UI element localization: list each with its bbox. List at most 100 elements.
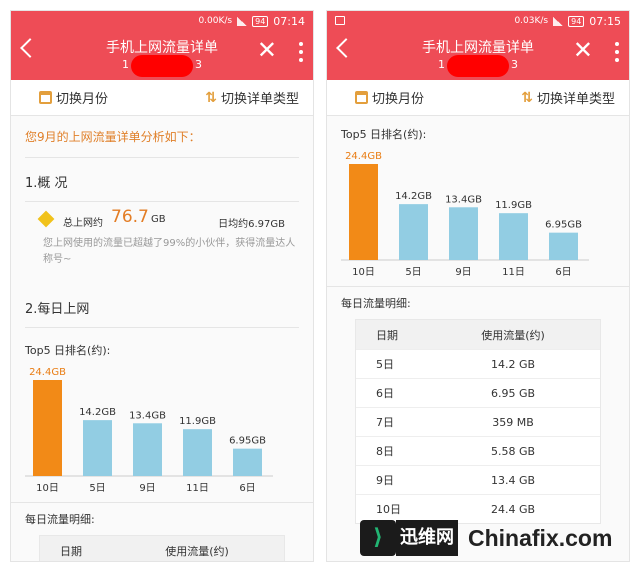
col-header-usage: 使用流量(约) [481,328,545,342]
bar-value-label: 24.4GB [29,367,66,378]
signal-icon [237,16,248,26]
app-header: 0.03K/s 94 07:15 手机上网流量详单 13 ✕ [327,11,629,80]
bar-10日 [33,380,62,476]
daily-average: 日均约6.97GB [218,219,285,230]
watermark-en-text: Chinafix.com [468,524,613,551]
swap-icon: ⇅ [521,89,533,106]
cell-date: 7日 [376,416,394,429]
overview-description: 您上网使用的流量已超越了99%的小伙伴，获得流量达人称号~ [43,238,296,265]
analysis-intro: 您9月的上网流量详单分析如下： [25,116,299,158]
total-value: 76.7 [111,207,149,227]
col-header-date: 日期 [60,544,82,558]
bar-value-label: 14.2GB [79,407,116,418]
bar-category-label: 6日 [555,267,571,278]
bar-value-label: 6.95GB [545,220,582,231]
cell-usage: 13.4 GB [490,473,536,487]
network-speed: 0.00K/s [198,16,233,26]
switch-month-button[interactable]: 切换月份 [355,88,424,107]
table-row: 6日 6.95 GB [356,378,600,407]
redaction-mark [447,55,509,77]
bar-category-label: 11日 [186,483,209,494]
bar-6日 [549,232,578,260]
cell-usage: 6.95 GB [490,386,536,400]
toolbar: 切换月份 ⇅ 切换详单类型 [11,80,313,116]
phone-number-end: 3 [195,58,202,71]
app-header: 0.00K/s 94 07:14 手机上网流量详单 13 ✕ [11,11,313,80]
col-header-usage: 使用流量(约) [165,544,229,558]
detail-heading: 每日流量明细: [341,297,411,310]
switch-month-label: 切换月份 [372,92,425,107]
bar-11日 [499,213,528,260]
watermark-logo-icon: ⟩ [360,520,396,556]
switch-type-button[interactable]: ⇅ 切换详单类型 [521,88,615,108]
overview-panel: 总上网约 76.7 GB 日均约6.97GB 您上网使用的流量已超越了99%的小… [25,202,299,284]
battery-icon: 94 [252,15,269,27]
cell-date: 10日 [376,503,401,516]
network-speed: 0.03K/s [514,16,549,26]
status-bar: 0.03K/s 94 07:15 [327,11,629,31]
diamond-icon [37,210,55,228]
cell-usage: 14.2 GB [490,357,536,371]
watermark-cn-text: 迅维网 [396,520,458,556]
top5-title: Top5 日排名(约): [341,128,427,141]
chart-svg: 24.4GB 10日 14.2GB 5日 13.4GB 9日 11.9GB 11日 6.95GB… [25,367,273,494]
switch-type-label: 切换详单类型 [536,92,615,107]
detail-heading: 每日流量明细: [25,513,95,526]
total-unit: GB [151,214,166,225]
table-row: 9日 13.4 GB [356,465,600,494]
bar-value-label: 11.9GB [495,200,532,211]
bar-9日 [133,423,162,476]
daily-detail-table: 日期 使用流量(约) 5日 14.2 GB 6日 6.95 GB 7日 359 MB 8日 5… [355,319,601,524]
bar-9日 [449,207,478,260]
cell-date: 9日 [376,474,394,487]
phone-number-end: 3 [511,58,518,71]
total-label: 总上网约 [63,218,103,229]
cell-usage: 24.4 GB [490,502,536,516]
clock: 07:15 [589,14,621,28]
switch-type-label: 切换详单类型 [220,92,299,107]
bar-value-label: 24.4GB [345,151,382,162]
daily-detail-table: 日期 使用流量(约) [39,535,285,561]
bar-value-label: 11.9GB [179,416,216,427]
switch-month-label: 切换月份 [56,92,109,107]
bar-5日 [399,204,428,260]
bar-category-label: 10日 [352,267,375,278]
close-icon[interactable]: ✕ [573,38,593,62]
table-row: 8日 5.58 GB [356,436,600,465]
swap-icon: ⇅ [205,89,217,106]
phone-number-start: 1 [438,58,445,71]
bar-10日 [349,164,378,260]
redaction-mark [131,55,193,77]
bar-category-label: 5日 [89,483,105,494]
more-menu-icon[interactable] [299,42,303,62]
image-notification-icon [335,16,345,25]
close-icon[interactable]: ✕ [257,38,277,62]
bar-value-label: 13.4GB [445,194,482,205]
col-header-date: 日期 [376,328,398,342]
overview-heading: 1.概 况 [25,158,299,202]
bar-category-label: 10日 [36,483,59,494]
left-phone-screen: 0.00K/s 94 07:14 手机上网流量详单 13 ✕ 切换月份 ⇅ 切换… [10,10,314,562]
signal-icon [553,16,564,26]
clock: 07:14 [273,14,305,28]
phone-number-start: 1 [122,58,129,71]
right-phone-screen: 0.03K/s 94 07:15 手机上网流量详单 13 ✕ 切换月份 ⇅ 切换… [326,10,630,562]
switch-month-button[interactable]: 切换月份 [39,88,108,107]
bar-value-label: 6.95GB [229,436,266,447]
cell-usage: 5.58 GB [490,444,536,458]
more-menu-icon[interactable] [615,42,619,62]
status-bar: 0.00K/s 94 07:14 [11,11,313,31]
daily-heading: 2.每日上网 [25,284,299,328]
bar-11日 [183,429,212,476]
bar-6日 [233,448,262,476]
bar-category-label: 9日 [139,483,155,494]
bar-category-label: 5日 [405,267,421,278]
battery-icon: 94 [568,15,585,27]
toolbar: 切换月份 ⇅ 切换详单类型 [327,80,629,116]
table-row: 7日 359 MB [356,407,600,436]
cell-date: 6日 [376,387,394,400]
calendar-icon [39,91,52,104]
top5-bar-chart: 24.4GB 10日 14.2GB 5日 13.4GB 9日 11.9GB 11日 6.95GB… [25,358,299,498]
cell-date: 5日 [376,358,394,371]
switch-type-button[interactable]: ⇅ 切换详单类型 [205,88,299,108]
